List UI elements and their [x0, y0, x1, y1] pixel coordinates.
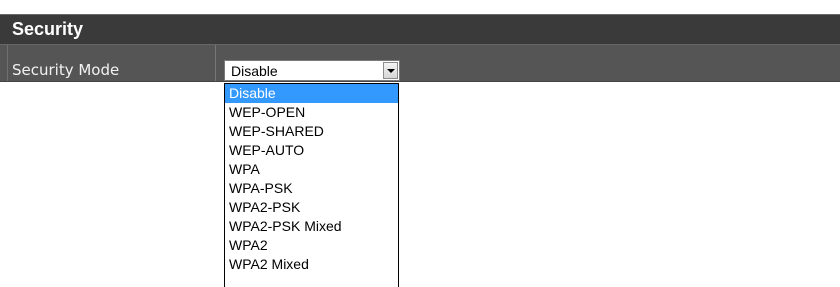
column-divider: [215, 45, 216, 81]
security-mode-option-wpa-psk[interactable]: WPA-PSK: [225, 179, 398, 198]
chevron-down-icon[interactable]: [383, 62, 398, 79]
section-title: Security: [12, 19, 84, 39]
security-mode-label: Security Mode: [12, 61, 120, 79]
security-mode-selected-value: Disable: [231, 63, 278, 79]
section-header: Security: [0, 14, 840, 44]
row-border: [0, 45, 8, 81]
security-mode-option-wep-auto[interactable]: WEP-AUTO: [225, 141, 398, 160]
page: Security Security Mode Disable Disable W…: [0, 0, 840, 287]
security-mode-option-wpa2-psk[interactable]: WPA2-PSK: [225, 198, 398, 217]
security-mode-option-wpa2[interactable]: WPA2: [225, 236, 398, 255]
security-mode-option-wpa2-psk-mixed[interactable]: WPA2-PSK Mixed: [225, 217, 398, 236]
dropdown-arrow-glyph: [387, 69, 395, 73]
security-mode-option-wep-open[interactable]: WEP-OPEN: [225, 103, 398, 122]
security-mode-option-wpa2-mixed[interactable]: WPA2 Mixed: [225, 255, 398, 274]
security-mode-row: Security Mode Disable: [0, 44, 840, 82]
security-mode-option-wep-shared[interactable]: WEP-SHARED: [225, 122, 398, 141]
security-mode-select[interactable]: Disable: [224, 60, 400, 81]
security-mode-option-wpa[interactable]: WPA: [225, 160, 398, 179]
security-mode-option-disable[interactable]: Disable: [225, 84, 398, 103]
security-mode-dropdown-list[interactable]: Disable WEP-OPEN WEP-SHARED WEP-AUTO WPA…: [224, 83, 399, 287]
